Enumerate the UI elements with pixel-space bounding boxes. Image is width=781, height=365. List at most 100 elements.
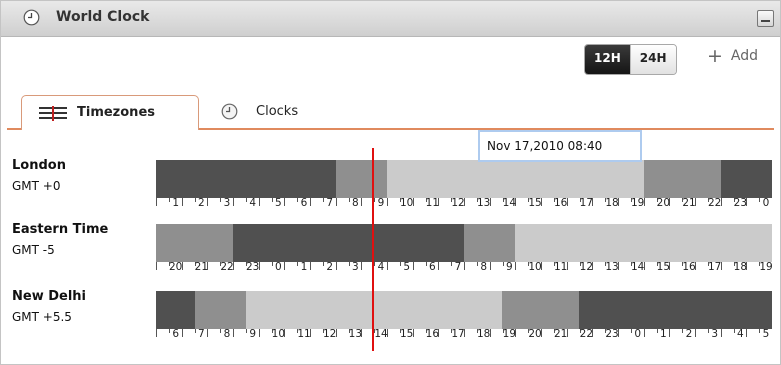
hour-label: 3 xyxy=(223,197,231,209)
time-format-toggle: 12H 24H xyxy=(584,44,677,75)
hour-label: 16 xyxy=(682,261,696,273)
hour-label: 11 xyxy=(297,328,311,340)
hour-label: 23 xyxy=(245,261,260,273)
hour-label: 4 xyxy=(377,261,385,273)
hour-label: 15 xyxy=(656,261,671,273)
day-night-bar[interactable] xyxy=(156,160,772,198)
hover-time-text: Nov 17,2010 08:40 xyxy=(487,139,603,153)
current-time-marker[interactable] xyxy=(372,148,374,351)
hour-label: 19 xyxy=(502,328,517,340)
hour-label: 17 xyxy=(579,197,594,209)
tab-timezones[interactable]: Timezones xyxy=(21,95,199,130)
hour-label: 2 xyxy=(326,261,333,273)
format-24h-button[interactable]: 24H xyxy=(629,45,676,74)
hour-label: 12 xyxy=(579,261,594,273)
timezone-offset: GMT -5 xyxy=(12,243,55,257)
hour-label: 1 xyxy=(172,197,179,209)
hour-label: 18 xyxy=(605,197,619,209)
segment-dawn xyxy=(335,160,387,198)
hour-label: 21 xyxy=(553,328,568,340)
clock-icon xyxy=(221,103,238,120)
hour-label: 20 xyxy=(528,328,542,340)
hour-label: 23 xyxy=(605,328,619,340)
segment-night xyxy=(156,291,195,329)
minimize-icon[interactable] xyxy=(757,10,774,27)
segment-dawn xyxy=(156,224,233,262)
hour-label: 10 xyxy=(528,261,542,273)
hour-label: 13 xyxy=(605,261,619,273)
widget-title: World Clock xyxy=(56,9,150,25)
hour-label: 11 xyxy=(425,197,440,209)
hour-label: 7 xyxy=(197,328,205,340)
segment-dawn xyxy=(643,160,721,198)
hover-time-tooltip: Nov 17,2010 08:40 xyxy=(478,130,642,162)
hour-label: 20 xyxy=(168,261,183,273)
hour-label: 6 xyxy=(300,197,308,209)
segment-night xyxy=(579,291,772,329)
hour-label: 9 xyxy=(377,197,385,209)
add-button[interactable]: + Add xyxy=(707,47,759,66)
segment-dawn xyxy=(502,291,580,329)
timezone-row[interactable]: London GMT +0 1 2 3 4 5 6 7 8 9 10 11 12 13 14 15 16 17 1… xyxy=(1,158,781,220)
hour-label: 5 xyxy=(762,328,770,340)
hour-label: 0 xyxy=(634,328,641,340)
hour-label: 3 xyxy=(711,328,718,340)
segment-day xyxy=(515,224,772,262)
hour-label: 0 xyxy=(274,261,282,273)
hour-label: 17 xyxy=(451,328,465,340)
timezone-row[interactable]: New Delhi GMT +5.5 6 7 8 9 10 11 12 13 14 15 16 17 1… xyxy=(1,289,781,351)
hour-label: 19 xyxy=(630,197,645,209)
hour-label: 1 xyxy=(659,328,667,340)
hour-label: 10 xyxy=(399,197,414,209)
hour-label: 3 xyxy=(351,261,359,273)
hour-label: 8 xyxy=(351,197,359,209)
hour-label: 0 xyxy=(762,197,770,209)
hour-label: 12 xyxy=(451,197,465,209)
hour-label: 18 xyxy=(476,328,491,340)
hour-label: 4 xyxy=(736,328,744,340)
hour-label: 15 xyxy=(399,328,414,340)
tab-clocks-label: Clocks xyxy=(256,104,299,119)
hour-label: 6 xyxy=(172,328,179,340)
hour-label: 2 xyxy=(685,328,693,340)
segment-dawn xyxy=(194,291,246,329)
hour-label: 9 xyxy=(505,261,513,273)
hour-label: 21 xyxy=(194,261,209,273)
hour-label: 14 xyxy=(630,261,645,273)
hour-label: 7 xyxy=(326,197,333,209)
hour-label: 8 xyxy=(223,328,231,340)
hour-label: 4 xyxy=(249,197,256,209)
hour-label: 16 xyxy=(425,328,440,340)
add-label: Add xyxy=(730,48,759,64)
segment-dawn xyxy=(464,224,516,262)
day-night-bar[interactable] xyxy=(156,224,772,262)
hour-label: 22 xyxy=(579,328,594,340)
hour-label: 1 xyxy=(300,261,308,273)
tab-timezones-label: Timezones xyxy=(77,105,155,120)
hour-label: 12 xyxy=(322,328,337,340)
timezone-row[interactable]: Eastern Time GMT -5 20 21 22 23 0 1 2 3 4 5 6 7 8 9 10… xyxy=(1,222,781,284)
hour-label: 14 xyxy=(502,197,517,209)
hour-label: 13 xyxy=(476,197,491,209)
hour-label: 7 xyxy=(454,261,462,273)
hour-label: 15 xyxy=(528,197,542,209)
hour-label: 21 xyxy=(682,197,696,209)
hour-label: 5 xyxy=(403,261,410,273)
hour-label: 10 xyxy=(271,328,286,340)
format-12h-button[interactable]: 12H xyxy=(585,45,630,74)
hour-label: 17 xyxy=(707,261,722,273)
hour-label: 14 xyxy=(374,328,388,340)
day-night-bar[interactable] xyxy=(156,291,772,329)
hour-label: 11 xyxy=(553,261,568,273)
hour-label: 5 xyxy=(274,197,282,209)
hour-label: 6 xyxy=(428,261,436,273)
timezones-icon xyxy=(39,106,67,121)
hour-label: 22 xyxy=(220,261,234,273)
timezone-offset: GMT +5.5 xyxy=(12,310,72,324)
hour-label: 9 xyxy=(249,328,256,340)
segment-day xyxy=(245,291,503,329)
hour-label: 18 xyxy=(733,261,748,273)
hour-label: 16 xyxy=(553,197,568,209)
hour-label: 13 xyxy=(348,328,363,340)
tab-clocks[interactable]: Clocks xyxy=(221,103,298,120)
